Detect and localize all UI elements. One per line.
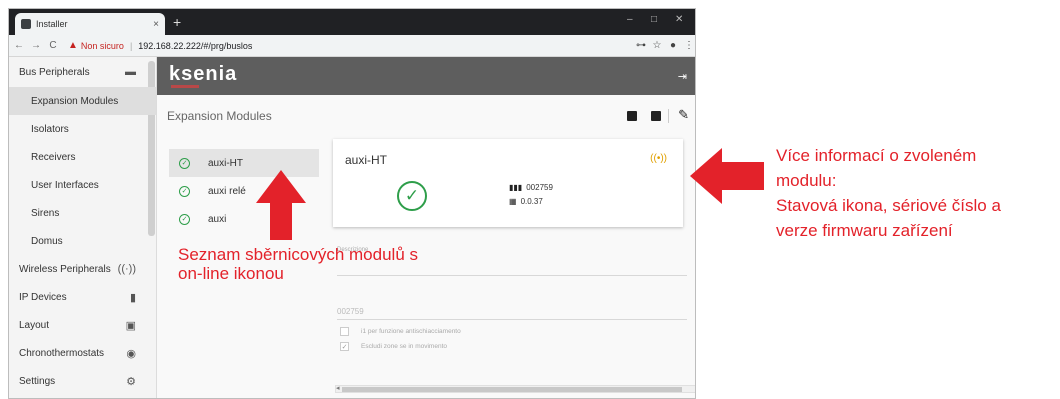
annotation-module-list: Seznam sběrnicových modulů s on-line iko…: [178, 245, 418, 283]
arrow-left-icon: [690, 148, 764, 204]
annotation-line: Stavová ikona, sériové číslo a: [776, 196, 1001, 215]
annotation-line: modulu:: [776, 171, 837, 190]
screenshot-stage: Installer × + – □ ✕ ← → C ▲ Non sicuro |…: [0, 0, 1060, 399]
annotation-module-info: Více informací o zvoleném modulu: Stavov…: [776, 143, 1058, 243]
annotation-line: verze firmwaru zařízení: [776, 221, 953, 240]
arrow-up-icon: [256, 170, 306, 240]
annotation-line: Více informací o zvoleném: [776, 146, 977, 165]
